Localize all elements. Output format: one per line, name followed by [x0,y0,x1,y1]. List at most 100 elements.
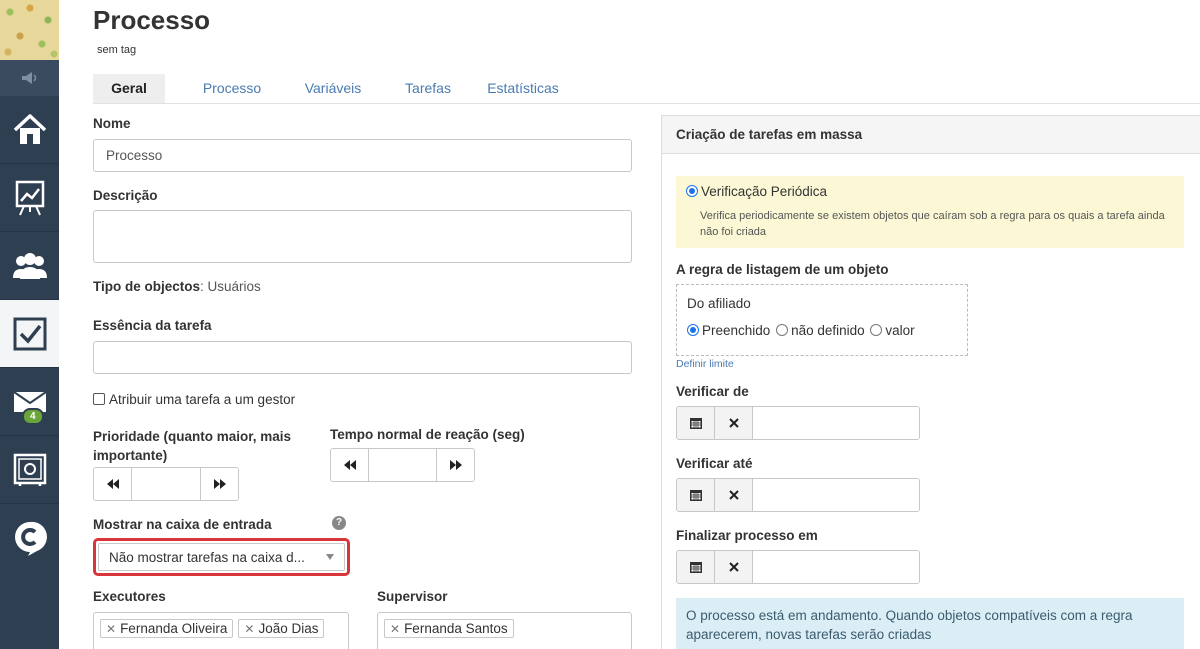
sidebar-item-home[interactable] [0,96,59,164]
periodic-check-option[interactable]: Verificação Periódica [686,184,827,199]
page-title: Processo [93,5,211,35]
assign-manager-checkbox[interactable] [93,393,105,405]
inbox-select-highlight: Não mostrar tarefas na caixa d... [93,538,350,576]
priority-stepper[interactable] [93,467,239,501]
description-textarea[interactable] [93,210,632,263]
remove-icon[interactable]: ✕ [106,622,116,636]
periodic-check-box[interactable]: Verificação Periódica Verifica periodica… [676,176,1184,248]
speaker-icon [21,72,36,84]
inbox-select[interactable]: Não mostrar tarefas na caixa d... [98,543,345,571]
rule-undefined-label: não definido [791,323,865,338]
object-type-value: : Usuários [200,279,261,294]
object-type-row: Tipo de objectos: Usuários [93,279,261,294]
check-until-label: Verificar até [676,456,753,471]
clear-button[interactable] [715,479,753,511]
finish-label: Finalizar processo em [676,528,818,543]
reaction-decrease-button[interactable] [331,449,369,481]
sidebar: 4 [0,0,59,649]
close-icon [728,418,739,428]
tab-bar: Geral Processo Variáveis Tarefas Estatís… [93,74,1200,104]
panel-title: Criação de tarefas em massa [662,116,1200,154]
tab-general[interactable]: Geral [93,74,165,103]
users-icon [12,252,47,279]
rule-undefined-radio[interactable] [776,324,789,336]
supervisor-chip[interactable]: ✕ Fernanda Santos [384,619,514,638]
home-icon [13,113,46,144]
executor-chip[interactable]: ✕ João Dias [238,619,325,638]
reaction-time-value[interactable] [369,449,436,481]
define-limit-link[interactable]: Definir limite [676,358,734,370]
check-from-date[interactable] [676,406,920,440]
clear-button[interactable] [715,407,753,439]
name-input-value: Processo [106,148,163,163]
assign-manager-row[interactable]: Atribuir uma tarefa a um gestor [93,392,295,407]
priority-value[interactable] [132,468,200,500]
remove-icon[interactable]: ✕ [390,622,400,636]
mail-count-badge: 4 [22,408,44,425]
supervisor-label: Supervisor [377,589,448,604]
check-from-label: Verificar de [676,384,749,399]
process-status-info: O processo está em andamento. Quando obj… [676,598,1184,649]
calendar-button[interactable] [677,551,715,583]
announcements-button[interactable] [0,60,59,96]
description-label: Descrição [93,188,158,203]
tag-label[interactable]: sem tag [97,44,136,56]
sidebar-item-chat[interactable] [0,504,59,572]
reaction-increase-button[interactable] [436,449,474,481]
sidebar-item-mail[interactable]: 4 [0,368,59,436]
close-icon [728,562,739,572]
sidebar-item-analytics[interactable] [0,164,59,232]
clear-button[interactable] [715,551,753,583]
reaction-time-label: Tempo normal de reação (seg) [330,427,525,442]
essence-label: Essência da tarefa [93,318,212,333]
rule-box: Do afiliado Preenchido não definido valo… [676,284,968,356]
assign-manager-label: Atribuir uma tarefa a um gestor [109,392,296,407]
finish-date[interactable] [676,550,920,584]
executors-tagbox[interactable]: ✕ Fernanda Oliveira ✕ João Dias [93,612,349,649]
object-type-label: Tipo de objectos [93,279,201,294]
periodic-check-description: Verifica periodicamente se existem objet… [700,210,1165,238]
check-until-date[interactable] [676,478,920,512]
rule-filled-radio[interactable] [687,324,699,336]
priority-label: Prioridade (quanto maior, mais important… [93,429,292,463]
executor-name: Fernanda Oliveira [120,621,228,636]
rule-title: A regra de listagem de um objeto [676,262,889,277]
calendar-button[interactable] [677,479,715,511]
executor-chip[interactable]: ✕ Fernanda Oliveira [100,619,234,638]
inbox-select-value: Não mostrar tarefas na caixa d... [109,549,305,565]
check-from-input[interactable] [753,407,919,439]
sidebar-item-tasks[interactable] [0,300,59,368]
reaction-time-stepper[interactable] [330,448,475,482]
executors-label: Executores [93,589,166,604]
tab-statistics[interactable]: Estatísticas [473,74,573,103]
priority-increase-button[interactable] [200,468,238,500]
sidebar-item-users[interactable] [0,232,59,300]
double-left-icon [343,460,356,470]
rule-value-label: valor [885,323,915,338]
tab-variables[interactable]: Variáveis [293,74,373,103]
periodic-check-radio[interactable] [686,185,698,197]
tab-process[interactable]: Processo [171,74,293,103]
check-until-input[interactable] [753,479,919,511]
tab-tasks[interactable]: Tarefas [389,74,467,103]
priority-decrease-button[interactable] [94,468,132,500]
executor-name: João Dias [258,621,319,636]
name-label: Nome [93,116,131,131]
remove-icon[interactable]: ✕ [244,622,254,636]
sidebar-item-vault[interactable] [0,436,59,504]
calendar-icon [689,562,702,573]
caret-down-icon [326,554,334,560]
rule-options: Preenchido não definido valor [687,323,915,338]
company-logo[interactable] [0,0,59,60]
name-input[interactable]: Processo [93,139,632,172]
rule-value-radio[interactable] [870,324,883,336]
checkbox-icon [13,317,46,350]
periodic-check-label: Verificação Periódica [701,184,828,199]
calendar-button[interactable] [677,407,715,439]
rule-field-label: Do afiliado [687,296,751,311]
finish-input[interactable] [753,551,919,583]
chart-board-icon [15,180,44,215]
supervisor-tagbox[interactable]: ✕ Fernanda Santos [377,612,632,649]
essence-input[interactable] [93,341,632,374]
help-icon[interactable]: ? [332,516,346,530]
